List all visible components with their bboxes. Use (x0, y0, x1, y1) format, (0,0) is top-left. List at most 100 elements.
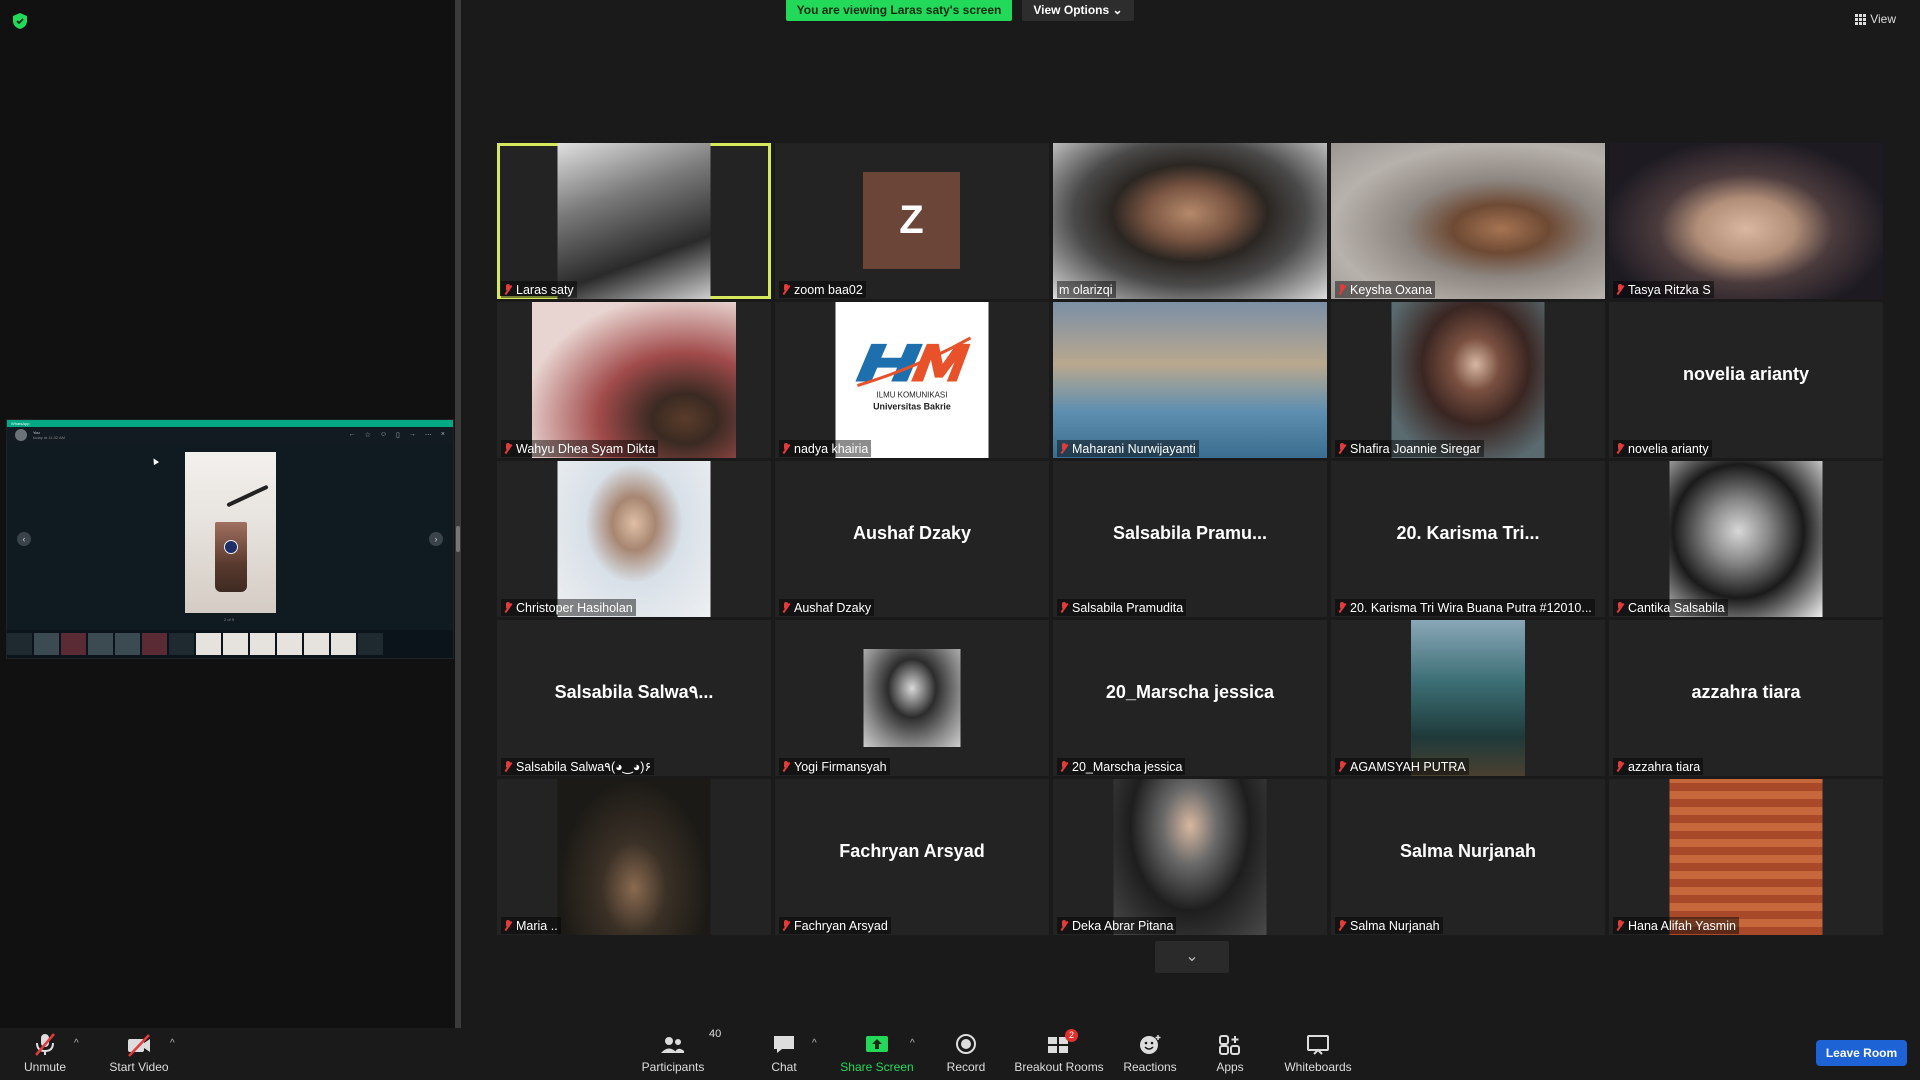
thumbnail (250, 633, 275, 655)
mic-muted-icon (781, 283, 791, 296)
participant-name: Tasya Ritzka S (1628, 282, 1711, 297)
mic-muted-icon (1615, 760, 1625, 773)
reactions-icon (1140, 1035, 1161, 1054)
whiteboards-label: Whiteboards (1284, 1060, 1352, 1074)
mic-muted-icon (1615, 919, 1625, 932)
mic-muted-icon (1337, 919, 1347, 932)
contact-timestamp: today at 11:32 AM (33, 435, 65, 440)
participant-name: Fachryan Arsyad (794, 918, 888, 933)
participant-name: Christoper Hasiholan (516, 600, 633, 615)
participant-nameplate: Laras saty (501, 281, 577, 298)
view-options-label: View Options (1033, 3, 1110, 17)
start-video-button[interactable]: Start Video (104, 1028, 174, 1080)
participant-video (532, 302, 736, 458)
audio-options-caret[interactable]: ^ (74, 1038, 79, 1049)
mic-muted-icon (1059, 760, 1069, 773)
gallery-next-page-button[interactable]: ⌄ (1155, 941, 1229, 973)
thumbnail (115, 633, 140, 655)
whiteboards-button[interactable]: Whiteboards (1282, 1028, 1354, 1080)
next-photo-icon: › (429, 532, 443, 546)
participant-tile[interactable]: Tasya Ritzka S (1609, 143, 1883, 299)
thumbnail (34, 633, 59, 655)
share-screen-button[interactable]: Share Screen (838, 1028, 916, 1080)
participant-tile[interactable]: ILMU KOMUNIKASI Universitas Bakrie nadya… (775, 302, 1049, 458)
participants-button[interactable]: 40 Participants (638, 1028, 722, 1080)
mic-muted-icon (1615, 283, 1625, 296)
whiteboard-icon (1307, 1035, 1329, 1055)
participant-name: Maharani Nurwijayanti (1072, 441, 1196, 456)
participant-tile[interactable]: Christoper Hasiholan (497, 461, 771, 617)
mic-off-icon (35, 1033, 55, 1056)
participant-tile[interactable]: Keysha Oxana (1331, 143, 1605, 299)
participant-tile[interactable]: Maharani Nurwijayanti (1053, 302, 1327, 458)
photo-thumbnail-strip (7, 630, 453, 658)
participant-tile[interactable]: AGAMSYAH PUTRA (1331, 620, 1605, 776)
forward-icon: → (408, 431, 416, 438)
thumbnail (277, 633, 302, 655)
close-icon: × (440, 431, 445, 438)
shared-whatsapp-window: WhatsApp You today at 11:32 AM ← ☆ ☺ ▯ →… (6, 419, 454, 659)
mic-muted-icon (1337, 442, 1347, 455)
shared-photo-milk-tea (185, 452, 276, 613)
participant-tile[interactable]: novelia arianty novelia arianty (1609, 302, 1883, 458)
participant-nameplate: Hana Alifah Yasmin (1613, 917, 1739, 934)
participant-tile[interactable]: Salma Nurjanah Salma Nurjanah (1331, 779, 1605, 935)
record-button[interactable]: Record (942, 1028, 990, 1080)
participant-nameplate: Aushaf Dzaky (779, 599, 875, 616)
participant-tile[interactable]: Salsabila Pramu... Salsabila Pramudita (1053, 461, 1327, 617)
participant-tile[interactable]: Salsabila Salwa٩... Salsabila Salwa٩(◕‿◕… (497, 620, 771, 776)
contact-avatar (15, 429, 27, 441)
participant-name: 20. Karisma Tri Wira Buana Putra #12010.… (1350, 600, 1592, 615)
mic-muted-icon (1059, 601, 1069, 614)
participant-nameplate: Cantika Salsabila (1613, 599, 1728, 616)
breakout-rooms-button[interactable]: 2 Breakout Rooms (1013, 1028, 1105, 1080)
mic-muted-icon (503, 601, 513, 614)
unmute-button[interactable]: Unmute (16, 1028, 74, 1080)
participant-display-name: Salsabila Pramu... (1112, 523, 1268, 543)
participant-tile[interactable]: m olarizqi (1053, 143, 1327, 299)
participant-tile[interactable]: 20_Marscha jessica 20_Marscha jessica (1053, 620, 1327, 776)
participant-tile[interactable]: Laras saty (497, 143, 771, 299)
participant-tile[interactable]: Z zoom baa02 (775, 143, 1049, 299)
pane-divider[interactable] (455, 0, 461, 1028)
participant-tile[interactable]: Hana Alifah Yasmin (1609, 779, 1883, 935)
view-button[interactable]: View (1855, 12, 1896, 26)
participant-tile[interactable]: 20. Karisma Tri... 20. Karisma Tri Wira … (1331, 461, 1605, 617)
video-options-caret[interactable]: ^ (170, 1038, 175, 1049)
share-screen-label: Share Screen (840, 1060, 914, 1074)
thumbnail (223, 633, 248, 655)
star-icon: ☆ (364, 432, 371, 439)
participant-tile[interactable]: Wahyu Dhea Syam Dikta (497, 302, 771, 458)
apps-button[interactable]: Apps (1210, 1028, 1250, 1080)
participant-tile[interactable]: Fachryan Arsyad Fachryan Arsyad (775, 779, 1049, 935)
participant-display-name: Fachryan Arsyad (839, 841, 985, 861)
mic-muted-icon (1059, 919, 1069, 932)
reactions-button[interactable]: Reactions (1123, 1028, 1177, 1080)
divider-drag-handle[interactable] (456, 526, 460, 552)
participant-display-name: Aushaf Dzaky (852, 523, 972, 543)
encryption-shield-icon[interactable] (12, 12, 28, 30)
chat-button[interactable]: Chat (764, 1028, 804, 1080)
participant-name: AGAMSYAH PUTRA (1350, 759, 1466, 774)
participant-video (557, 461, 711, 617)
participant-tile[interactable]: Yogi Firmansyah (775, 620, 1049, 776)
participant-tile[interactable]: Cantika Salsabila (1609, 461, 1883, 617)
emoji-icon: ☺ (379, 431, 388, 438)
view-label: View (1870, 12, 1896, 26)
participant-tile[interactable]: Aushaf Dzaky Aushaf Dzaky (775, 461, 1049, 617)
mic-muted-icon (1337, 283, 1347, 296)
participant-tile[interactable]: Shafira Joannie Siregar (1331, 302, 1605, 458)
chat-icon (774, 1036, 794, 1053)
participant-gallery: Laras saty Z zoom baa02 m olarizqi Keysh… (497, 143, 1883, 935)
view-options-button[interactable]: View Options ⌄ (1022, 0, 1134, 21)
share-options-caret[interactable]: ^ (910, 1038, 915, 1049)
participant-video (1669, 779, 1823, 935)
participant-tile[interactable]: azzahra tiara azzahra tiara (1609, 620, 1883, 776)
more-icon: ⋯ (424, 432, 432, 439)
participant-tile[interactable]: Deka Abrar Pitana (1053, 779, 1327, 935)
leave-room-button[interactable]: Leave Room (1816, 1040, 1907, 1066)
chat-options-caret[interactable]: ^ (812, 1038, 817, 1049)
shared-screen-pane[interactable]: WhatsApp You today at 11:32 AM ← ☆ ☺ ▯ →… (0, 0, 455, 1028)
mic-muted-icon (781, 760, 791, 773)
participant-tile[interactable]: Maria .. (497, 779, 771, 935)
